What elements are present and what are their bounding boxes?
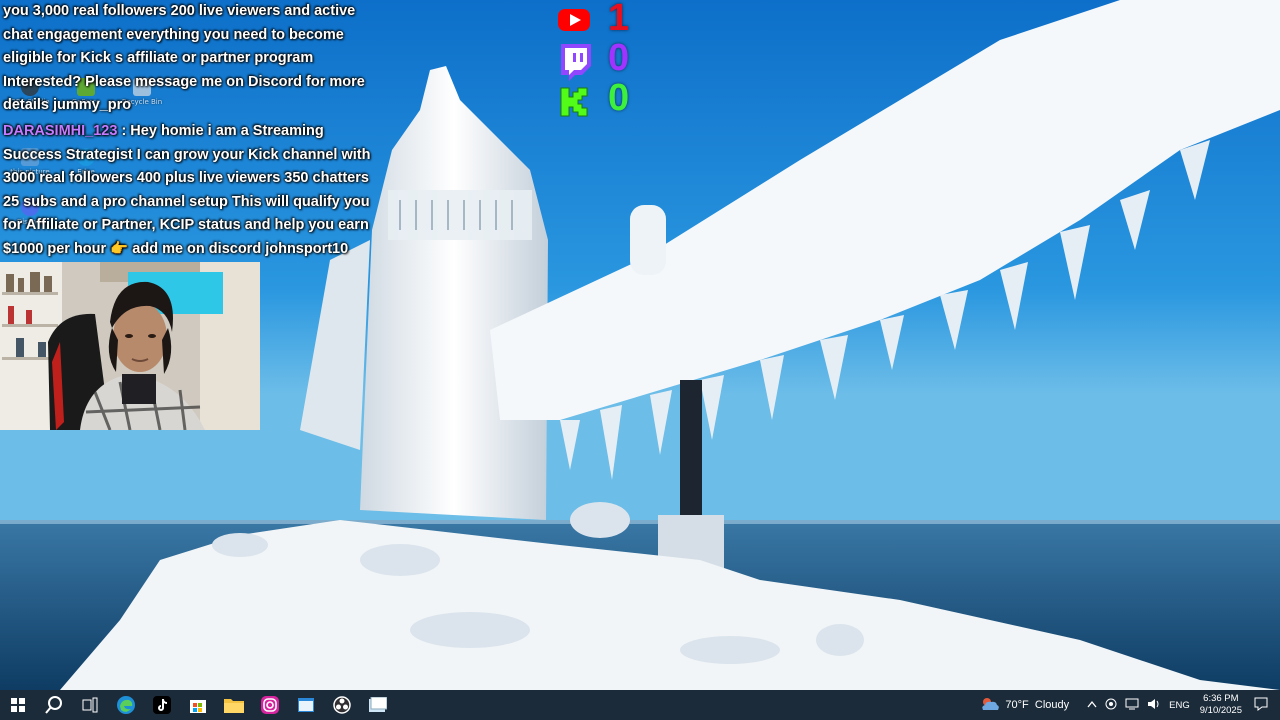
youtube-count: 1 [608,0,630,39]
notepad-icon [369,697,387,713]
twitch-icon [556,42,594,87]
webcam-feed [0,262,260,430]
network-icon [1125,698,1139,713]
chat-line: 25 subs and a pro channel setup This wil… [3,193,370,210]
task-view-icon [82,697,98,713]
chevron-up-icon [1087,699,1097,711]
chat-line: details jummy_pro [3,97,132,114]
chat-line: 3000 real followers 400 plus live viewer… [3,170,369,187]
volume-icon [1147,698,1161,713]
edge-icon [116,695,136,715]
file-explorer-icon [224,697,244,713]
taskbar: 70°F Cloudy ENG 6:36 PM 9/10/2025 [0,690,1280,720]
kick-viewer-count: 0 [556,78,656,122]
taskbar-app-notepad[interactable] [360,690,396,720]
taskbar-app-store[interactable] [180,690,216,720]
twitch-count: 0 [608,37,630,79]
kick-icon [556,82,592,127]
weather-text: 70°F Cloudy [1005,699,1070,711]
show-hidden-icons-button[interactable] [1087,699,1097,711]
cloudy-icon [980,697,1000,714]
clock[interactable]: 6:36 PM 9/10/2025 [1200,693,1242,717]
store-icon [189,696,207,714]
chat-line: you 3,000 real followers 200 live viewer… [3,3,356,19]
chat-message: DARASIMHI_123 : Hey homie i am a Streami… [3,120,393,262]
chat-line: for Affiliate or Partner, KCIP status an… [3,217,369,234]
chat-overlay: you 3,000 real followers 200 live viewer… [3,0,393,262]
kick-count: 0 [608,77,630,119]
tiktok-icon [153,696,171,714]
taskbar-app-edge[interactable] [108,690,144,720]
chat-line: Success Strategist I can grow your Kick … [3,146,371,163]
notification-icon [1254,697,1268,714]
chat-text: : Hey homie i am a Streaming [121,122,324,139]
chat-message: you 3,000 real followers 200 live viewer… [3,0,393,118]
chat-line: DARASIMHI_123 : Hey homie i am a Streami… [3,120,393,144]
search-icon [45,696,63,714]
language-indicator[interactable]: ENG [1169,700,1190,711]
taskbar-app-window[interactable] [288,690,324,720]
start-icon [11,698,25,712]
youtube-viewer-count: 1 [556,0,656,43]
instagram-icon [261,696,279,714]
system-tray: 70°F Cloudy ENG 6:36 PM 9/10/2025 [976,690,1280,720]
language-label: ENG [1169,699,1190,711]
taskbar-app-instagram[interactable] [252,690,288,720]
taskbar-app-file-explorer[interactable] [216,690,252,720]
chat-username: DARASIMHI_123 [3,122,118,139]
obs-icon [333,696,351,714]
chat-line: chat engagement everything you need to b… [3,26,344,43]
taskbar-app-obs[interactable] [324,690,360,720]
search-button[interactable] [36,690,72,720]
notifications-button[interactable] [1254,697,1268,714]
youtube-icon [556,2,592,43]
network-button[interactable] [1125,698,1139,713]
taskbar-app-tiktok[interactable] [144,690,180,720]
chat-line: Interested? Please message me on Discord… [3,73,365,90]
task-view-button[interactable] [72,690,108,720]
app-window-icon [298,698,314,712]
twitch-viewer-count: 0 [556,38,656,82]
weather-widget[interactable]: 70°F Cloudy [980,697,1069,714]
chat-line: $1000 per hour 👉 add me on discord johns… [3,240,349,257]
viewer-counts-overlay: 1 0 0 [556,0,656,122]
volume-button[interactable] [1147,698,1161,713]
tray-app-button[interactable] [1105,698,1117,713]
clock-date: 9/10/2025 [1199,705,1242,716]
shield-icon [1105,698,1117,713]
clock-time: 6:36 PM [1203,693,1239,704]
start-button[interactable] [0,690,36,720]
chat-line: eligible for Kick s affiliate or partner… [3,50,314,67]
